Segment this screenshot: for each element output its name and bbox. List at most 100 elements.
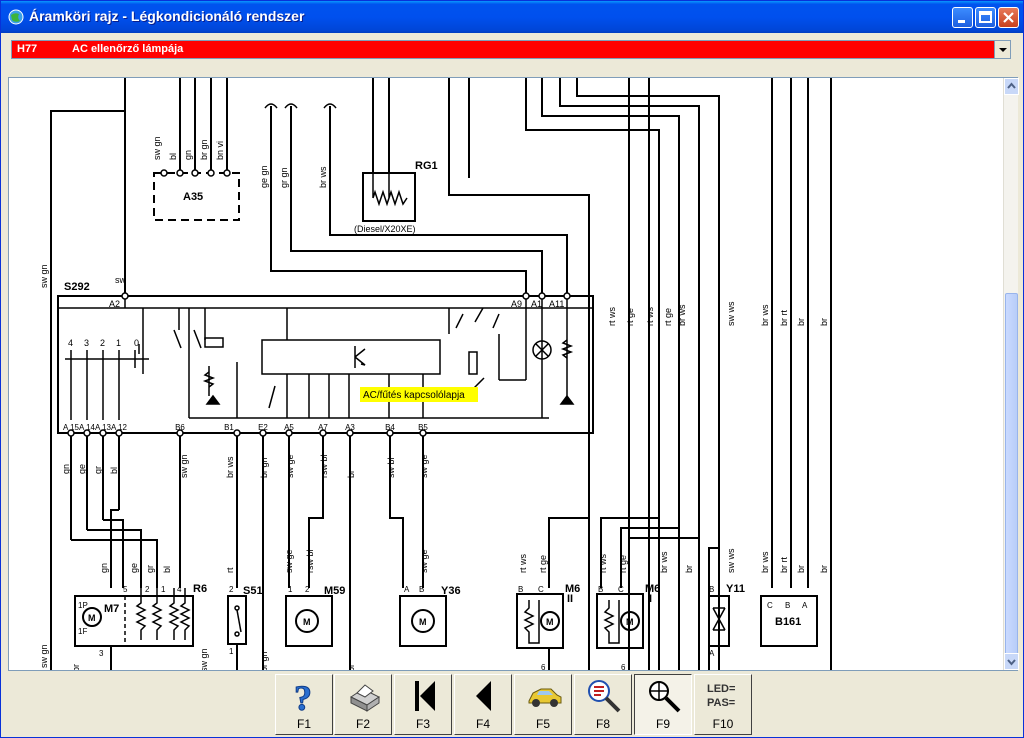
wire-right-3: rt ws bbox=[645, 307, 655, 326]
f9-zoom-button[interactable]: F9 bbox=[634, 674, 692, 735]
f10-led-pas-button[interactable]: LED= PAS= F10 bbox=[694, 674, 752, 735]
switch-pos-2: 2 bbox=[100, 338, 105, 348]
pin-b5: B5 bbox=[418, 423, 428, 432]
pin-r6-4: 4 bbox=[177, 585, 182, 594]
pin-r6-1: 1 bbox=[161, 585, 166, 594]
search-icon bbox=[588, 680, 621, 713]
led-pass-icon: LED= PAS= bbox=[707, 683, 735, 709]
pin-a3: A3 bbox=[345, 423, 355, 432]
f5-vehicle-button[interactable]: F5 bbox=[514, 674, 572, 735]
wire-right-4: rt ge bbox=[663, 308, 673, 326]
dropdown-arrow-button[interactable] bbox=[994, 41, 1010, 58]
pin-m7-1p: 1P bbox=[78, 601, 88, 610]
wire-lower-5: sw gn bbox=[179, 454, 189, 478]
m6-ii-motor-letter: M bbox=[546, 617, 554, 627]
scroll-down-button[interactable] bbox=[1004, 653, 1019, 670]
function-toolbar: ? F1 F2 F3 F4 F5 F8 F9 LED= PAS= F10 bbox=[275, 674, 753, 736]
f1-help-button[interactable]: ? F1 bbox=[275, 674, 333, 735]
wire-bottom-18: br rt bbox=[779, 557, 789, 574]
pin-b161-a: A bbox=[802, 601, 808, 610]
pin-m6ii-b: B bbox=[518, 585, 523, 594]
wire-bottom-10: rt ws bbox=[518, 554, 528, 573]
component-dropdown[interactable]: H77 AC ellenőrző lámpája bbox=[11, 40, 1011, 59]
label-y11: Y11 bbox=[726, 583, 745, 595]
label-m59: M59 bbox=[324, 585, 345, 597]
wire-upper-1: ge gn bbox=[259, 165, 269, 188]
wire-right-7: br ws bbox=[760, 304, 770, 326]
wire-bottom-19: br bbox=[796, 565, 806, 573]
pin-y36-a: A bbox=[404, 585, 410, 594]
wire-bottom-16: sw ws bbox=[726, 548, 736, 573]
wire-bottom-13: rt ge bbox=[618, 555, 628, 573]
switch-pos-0: 0 bbox=[134, 338, 139, 348]
f3-first-page-button[interactable]: F3 bbox=[394, 674, 452, 735]
wire-bottom-4: gr bbox=[145, 565, 155, 573]
wire-lower-1: gn bbox=[61, 464, 71, 474]
wire-bottom-5: bl bbox=[162, 566, 172, 573]
highlight-label[interactable]: AC/fűtés kapcsolólapja bbox=[363, 390, 465, 401]
pin-a7: A7 bbox=[318, 423, 328, 432]
f10-label: F10 bbox=[712, 717, 734, 731]
component-code: H77 bbox=[17, 43, 38, 55]
wire-bottom-1: sw gn bbox=[39, 644, 49, 668]
pin-m7-3: 3 bbox=[99, 649, 104, 658]
f8-search-button[interactable]: F8 bbox=[574, 674, 632, 735]
m7-motor-letter: M bbox=[88, 613, 96, 623]
f4-label: F4 bbox=[475, 717, 490, 731]
component-description: AC ellenőrző lámpája bbox=[72, 43, 184, 55]
pin-e2: E2 bbox=[258, 423, 268, 432]
wire-right-8: br rt bbox=[779, 310, 789, 327]
pin-a15: A 15 bbox=[63, 423, 80, 432]
pin-a2: A2 bbox=[109, 299, 120, 309]
diagram-viewport[interactable]: M M M M M A35 RG1 S292 R6 M7 S51 M59 Y36… bbox=[8, 77, 1018, 671]
wire-lower-6: br ws bbox=[225, 456, 235, 478]
wire-bottom-3: ge bbox=[129, 563, 139, 573]
edge-label-4: br bbox=[346, 664, 356, 671]
pin-a12: A 12 bbox=[111, 423, 128, 432]
label-a35: A35 bbox=[183, 191, 203, 203]
wire-upper-3: br ws bbox=[318, 166, 328, 188]
wire-bottom-11: rt ge bbox=[538, 555, 548, 573]
car-icon bbox=[528, 688, 562, 707]
switch-pos-1: 1 bbox=[116, 338, 121, 348]
edge-label-1: br bbox=[71, 664, 81, 671]
edge-label-2: sw gn bbox=[199, 648, 209, 671]
wire-bottom-15: br bbox=[684, 565, 694, 573]
scroll-thumb[interactable] bbox=[1005, 293, 1018, 663]
f2-print-button[interactable]: F2 bbox=[334, 674, 392, 735]
label-s292: S292 bbox=[64, 281, 90, 293]
y36-motor-letter: M bbox=[419, 617, 427, 627]
f4-previous-page-button[interactable]: F4 bbox=[454, 674, 512, 735]
vertical-scrollbar[interactable] bbox=[1003, 78, 1019, 670]
pin-m7-1f: 1F bbox=[78, 627, 87, 636]
pin-b1: B1 bbox=[224, 423, 234, 432]
f2-label: F2 bbox=[355, 717, 370, 731]
wire-lower-8: sw ge bbox=[285, 454, 295, 478]
f1-label: F1 bbox=[296, 717, 311, 731]
maximize-button[interactable] bbox=[975, 7, 996, 28]
label-m6-i: M6 bbox=[645, 583, 660, 595]
scroll-up-button[interactable] bbox=[1004, 78, 1019, 95]
pin-y11-b: B bbox=[709, 585, 714, 594]
close-icon bbox=[1003, 12, 1014, 23]
pin-a5: A5 bbox=[284, 423, 294, 432]
close-button[interactable] bbox=[998, 7, 1019, 28]
pin-y36-b: B bbox=[419, 585, 424, 594]
wire-lower-4: bl bbox=[109, 467, 119, 474]
label-rg1: RG1 bbox=[415, 160, 438, 172]
svg-text:?: ? bbox=[294, 678, 312, 715]
wire-right-9: br bbox=[796, 318, 806, 326]
wire-right-5: br ws bbox=[677, 304, 687, 326]
wire-bottom-17: br ws bbox=[760, 551, 770, 573]
label-y36: Y36 bbox=[441, 585, 461, 597]
wire-bottom-7: sw ge bbox=[284, 549, 294, 573]
minimize-button[interactable] bbox=[952, 7, 973, 28]
wiring-diagram[interactable]: M M M M M A35 RG1 S292 R6 M7 S51 M59 Y36… bbox=[9, 78, 1018, 671]
wire-bottom-8: rsw bl bbox=[305, 549, 315, 573]
f8-label: F8 bbox=[595, 717, 610, 731]
wire-bottom-2: gn bbox=[99, 563, 109, 573]
wire-lower-9: rsw bl bbox=[319, 454, 329, 478]
wire-a35-4: br gn bbox=[199, 139, 209, 160]
wire-a35-3: gn bbox=[183, 150, 193, 160]
title-bar[interactable]: Áramköri rajz - Légkondicionáló rendszer bbox=[1, 1, 1023, 33]
